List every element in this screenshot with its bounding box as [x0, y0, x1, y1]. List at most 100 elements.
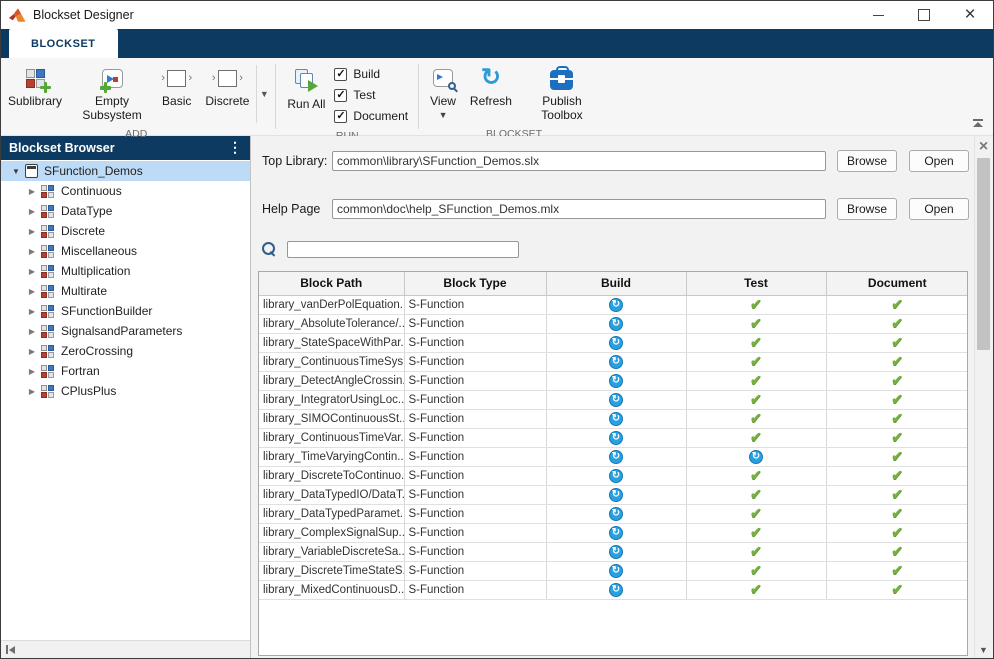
table-row[interactable]: library_VariableDiscreteSa...S-Function: [259, 542, 968, 561]
caret-right-icon[interactable]: [25, 307, 39, 316]
table-row[interactable]: library_DataTypedParamet...S-Function: [259, 504, 968, 523]
table-row[interactable]: library_DiscreteTimeStateS...S-Function: [259, 561, 968, 580]
column-header-block-type[interactable]: Block Type: [404, 272, 546, 295]
sublibrary-icon: [41, 265, 54, 278]
pass-check-icon: [891, 543, 903, 560]
caret-right-icon[interactable]: [25, 367, 39, 376]
tree-children: ContinuousDataTypeDiscreteMiscellaneousM…: [1, 181, 250, 401]
caret-right-icon[interactable]: [25, 247, 39, 256]
caret-right-icon[interactable]: [25, 287, 39, 296]
search-input[interactable]: [287, 241, 519, 258]
table-row[interactable]: library_DiscreteToContinuo...S-Function: [259, 466, 968, 485]
sublibrary-icon: [41, 225, 54, 238]
build-progress-icon: [609, 526, 623, 540]
test-checkbox[interactable]: Test: [334, 88, 408, 102]
sidebar-horizontal-scrollbar[interactable]: [1, 640, 250, 658]
caret-right-icon[interactable]: [25, 187, 39, 196]
scroll-down-icon[interactable]: [975, 645, 992, 655]
basic-block-button[interactable]: Basic: [155, 62, 198, 112]
tree-item-zerocrossing[interactable]: ZeroCrossing: [1, 341, 250, 361]
help-page-browse-button[interactable]: Browse: [837, 198, 897, 220]
build-checkbox[interactable]: Build: [334, 67, 408, 81]
block-path-cell: library_TimeVaryingContin...: [259, 447, 404, 466]
minimize-button[interactable]: [855, 1, 901, 29]
build-progress-icon: [609, 412, 623, 426]
table-row[interactable]: library_IntegratorUsingLoc...S-Function: [259, 390, 968, 409]
ribbon-toolbar: Sublibrary Empty Subsystem Basic Discret…: [1, 58, 993, 136]
caret-right-icon[interactable]: [25, 267, 39, 276]
checkbox-checked-icon: [334, 68, 347, 81]
tree-item-root[interactable]: SFunction_Demos: [1, 161, 250, 181]
table-row[interactable]: library_DetectAngleCrossin...S-Function: [259, 371, 968, 390]
column-header-block-path[interactable]: Block Path: [259, 272, 404, 295]
table-row[interactable]: library_ContinuousTimeSys...S-Function: [259, 352, 968, 371]
panel-close-icon[interactable]: [975, 138, 992, 156]
table-row[interactable]: library_TimeVaryingContin...S-Function: [259, 447, 968, 466]
table-row[interactable]: library_DataTypedIO/DataT...S-Function: [259, 485, 968, 504]
sublibrary-icon: [41, 185, 54, 198]
basic-block-icon: [167, 70, 186, 87]
help-page-open-button[interactable]: Open: [909, 198, 969, 220]
publish-toolbox-button[interactable]: Publish Toolbox: [519, 62, 605, 126]
toolbar-section-run: Run All Build Test Document RUN: [280, 58, 414, 135]
tree-item-fortran[interactable]: Fortran: [1, 361, 250, 381]
tree-item-cplusplus[interactable]: CPlusPlus: [1, 381, 250, 401]
caret-right-icon[interactable]: [25, 387, 39, 396]
tree-item-sfunctionbuilder[interactable]: SFunctionBuilder: [1, 301, 250, 321]
empty-subsystem-button[interactable]: Empty Subsystem: [69, 62, 155, 126]
tree-item-datatype[interactable]: DataType: [1, 201, 250, 221]
block-path-cell: library_MixedContinuousD...: [259, 580, 404, 599]
caret-right-icon[interactable]: [25, 207, 39, 216]
vertical-scrollbar[interactable]: [974, 136, 991, 658]
table-row[interactable]: library_StateSpaceWithPar...S-Function: [259, 333, 968, 352]
caret-right-icon[interactable]: [25, 227, 39, 236]
table-row[interactable]: library_SIMOContinuousSt...S-Function: [259, 409, 968, 428]
tree-item-signalsandparameters[interactable]: SignalsandParameters: [1, 321, 250, 341]
column-header-test[interactable]: Test: [686, 272, 826, 295]
close-button[interactable]: [947, 1, 993, 29]
top-library-input[interactable]: [332, 151, 826, 171]
run-all-button[interactable]: Run All: [280, 62, 332, 115]
caret-down-icon[interactable]: [9, 167, 23, 176]
scroll-left-icon[interactable]: [6, 645, 15, 654]
table-row[interactable]: library_MixedContinuousD...S-Function: [259, 580, 968, 599]
window-title: Blockset Designer: [33, 8, 134, 22]
view-button[interactable]: View ▼: [423, 62, 463, 123]
help-page-label: Help Page: [262, 202, 332, 216]
sublibrary-button[interactable]: Sublibrary: [1, 62, 69, 112]
document-checkbox[interactable]: Document: [334, 109, 408, 123]
caret-right-icon[interactable]: [25, 327, 39, 336]
collapse-ribbon-icon[interactable]: [972, 119, 984, 127]
tab-blockset[interactable]: BLOCKSET: [9, 29, 118, 58]
discrete-block-button[interactable]: Discrete: [198, 62, 256, 112]
tree-item-multirate[interactable]: Multirate: [1, 281, 250, 301]
help-page-input[interactable]: [332, 199, 826, 219]
block-type-cell: S-Function: [404, 466, 546, 485]
table-row[interactable]: library_ContinuousTimeVar...S-Function: [259, 428, 968, 447]
table-row[interactable]: library_ComplexSignalSup...S-Function: [259, 523, 968, 542]
top-library-open-button[interactable]: Open: [909, 150, 969, 172]
block-path-cell: library_VariableDiscreteSa...: [259, 542, 404, 561]
top-library-browse-button[interactable]: Browse: [837, 150, 897, 172]
pass-check-icon: [891, 429, 903, 446]
table-row[interactable]: library_AbsoluteTolerance/...S-Function: [259, 314, 968, 333]
add-gallery-dropdown[interactable]: ▼: [256, 65, 271, 123]
build-progress-icon: [609, 431, 623, 445]
scrollbar-thumb[interactable]: [977, 158, 990, 350]
column-header-build[interactable]: Build: [546, 272, 686, 295]
block-path-cell: library_ContinuousTimeVar...: [259, 428, 404, 447]
refresh-button[interactable]: ↻ Refresh: [463, 62, 519, 112]
test-status-cell: [686, 466, 826, 485]
caret-right-icon[interactable]: [25, 347, 39, 356]
tree-item-miscellaneous[interactable]: Miscellaneous: [1, 241, 250, 261]
maximize-button[interactable]: [901, 1, 947, 29]
block-type-cell: S-Function: [404, 428, 546, 447]
view-icon: [433, 69, 453, 87]
tree-item-discrete[interactable]: Discrete: [1, 221, 250, 241]
tree-item-continuous[interactable]: Continuous: [1, 181, 250, 201]
table-row[interactable]: library_vanDerPolEquation...S-Function: [259, 295, 968, 314]
sublibrary-icon: [41, 345, 54, 358]
column-header-document[interactable]: Document: [826, 272, 968, 295]
test-status-cell: [686, 409, 826, 428]
tree-item-multiplication[interactable]: Multiplication: [1, 261, 250, 281]
